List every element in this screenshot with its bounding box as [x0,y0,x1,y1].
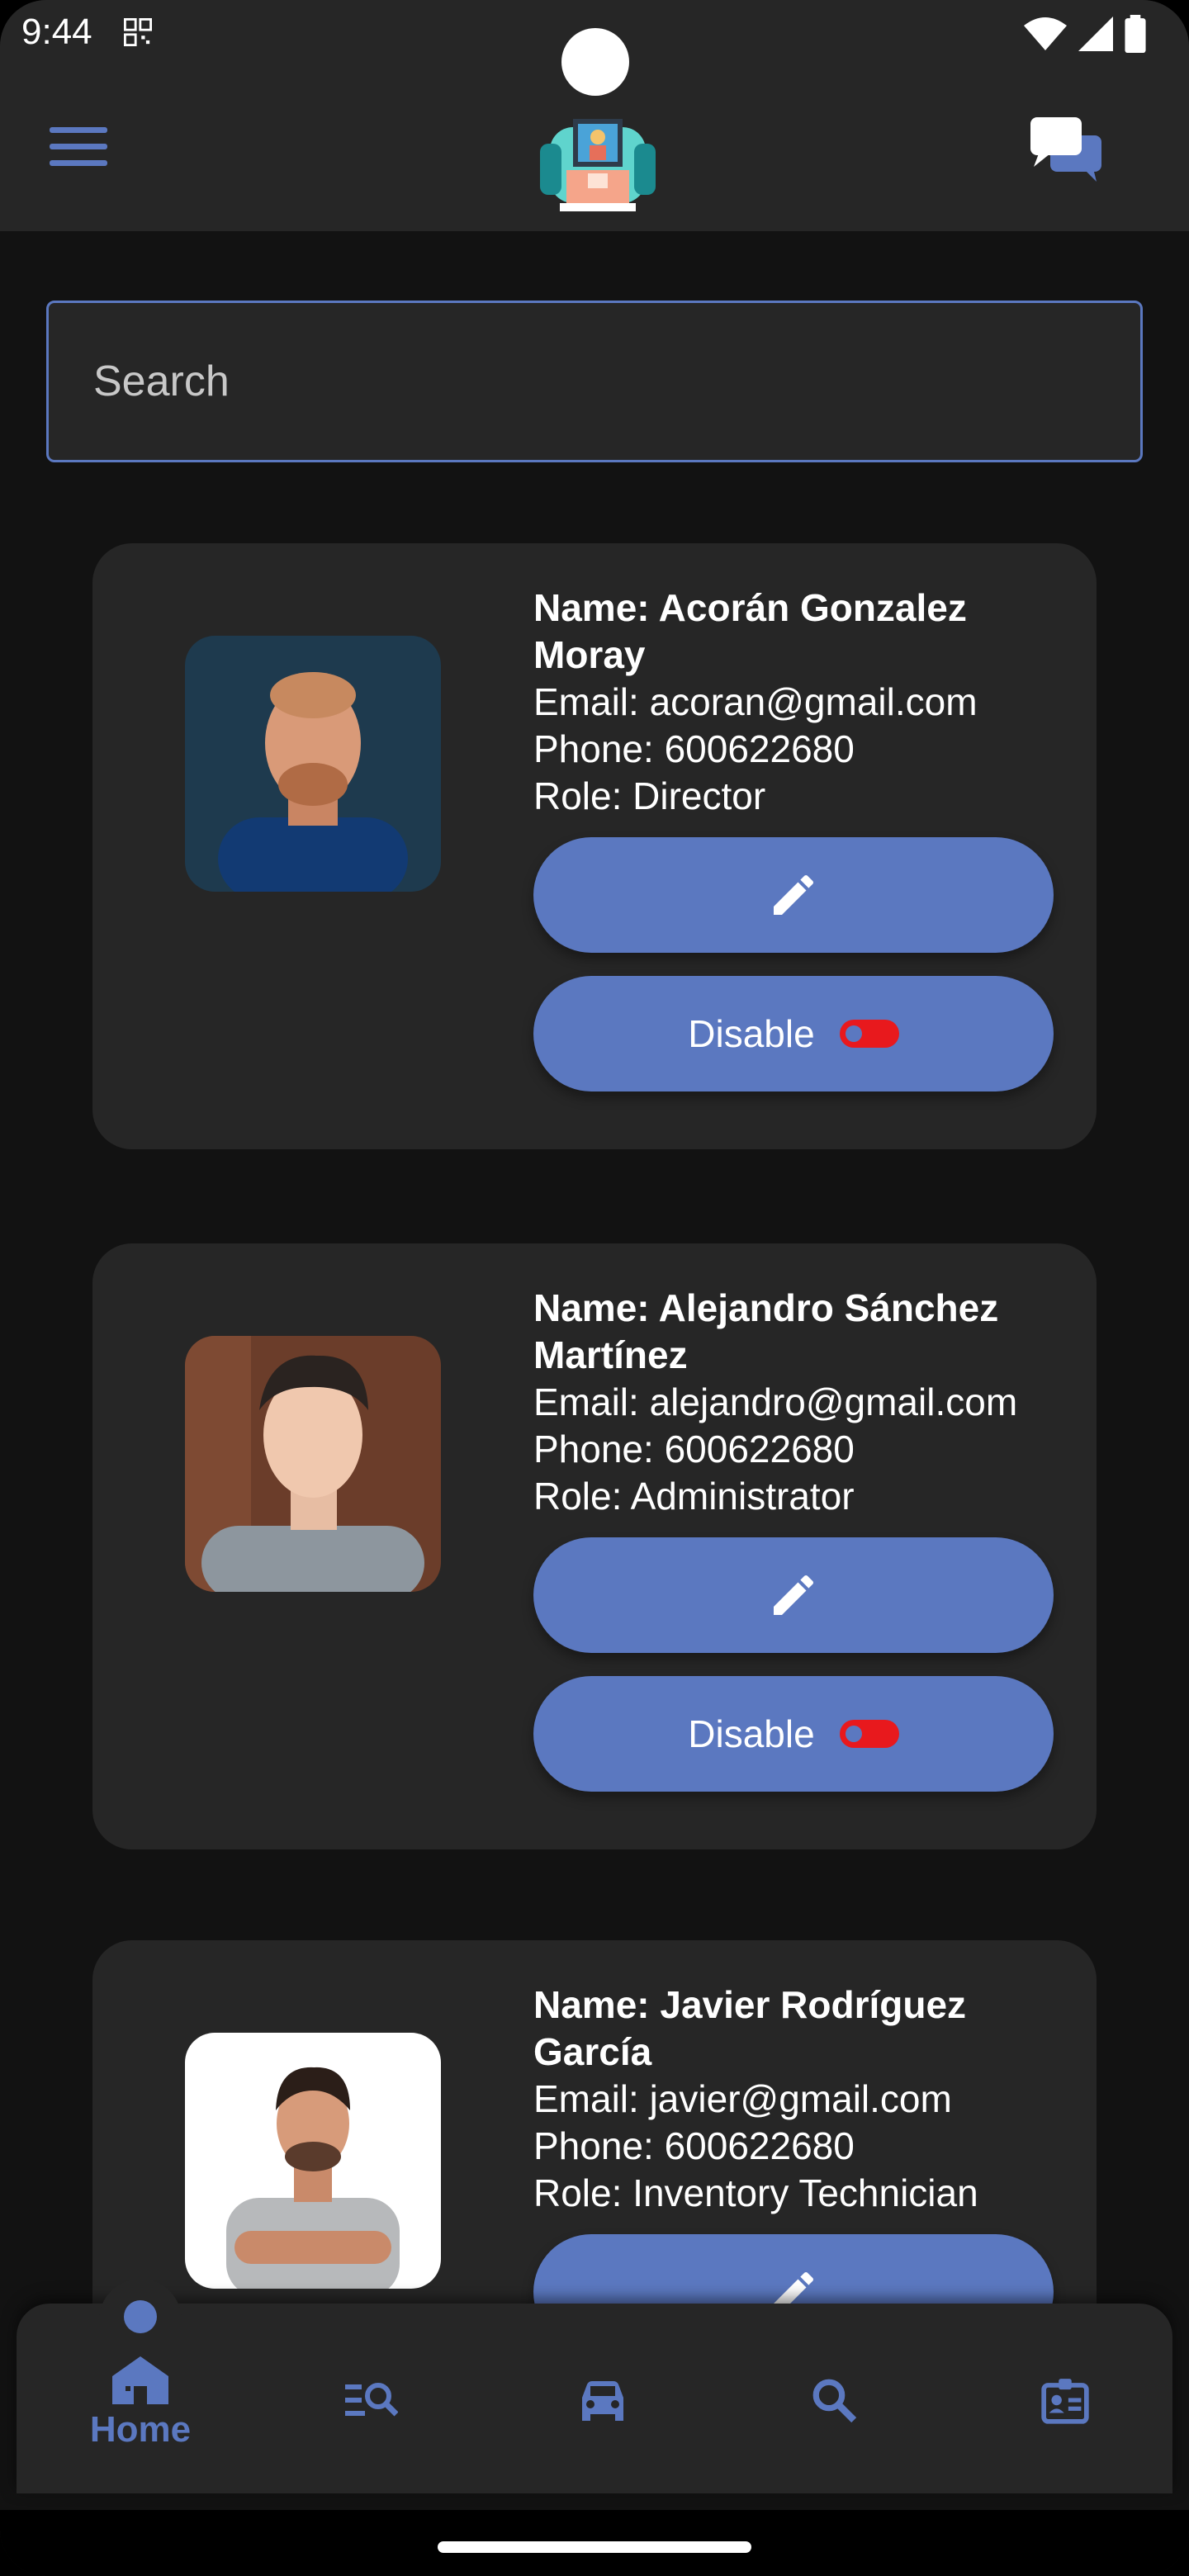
home-gesture-handle[interactable] [438,2541,751,2553]
user-name: Name: Javier Rodríguez García [533,1983,967,2073]
car-icon [582,2381,623,2421]
user-info: Name: Acorán Gonzalez Moray Email: acora… [533,585,1078,820]
pencil-icon [774,1574,814,1615]
app-logo [540,119,656,211]
list-search-icon [345,2383,398,2417]
home-icon [112,2356,168,2404]
user-card: Name: Javier Rodríguez García Email: jav… [92,1940,1097,2304]
user-photo [185,2033,441,2289]
search-input[interactable] [49,303,1140,460]
user-email: Email: acoran@gmail.com [533,680,978,723]
user-phone: Phone: 600622680 [533,2124,855,2167]
edit-user-button[interactable] [533,837,1054,953]
user-phone: Phone: 600622680 [533,727,855,770]
cell-signal-icon [1078,17,1113,51]
id-badge-icon [1041,2379,1089,2424]
user-phone: Phone: 600622680 [533,1428,855,1470]
edit-user-button[interactable] [533,2234,1054,2304]
user-list[interactable]: Name: Acorán Gonzalez Moray Email: acora… [0,495,1189,2304]
nav-item-vehicles[interactable] [528,2304,677,2493]
bottom-navigation: Home [17,2279,1172,2493]
user-role: Role: Administrator [533,1475,855,1518]
menu-icon[interactable] [50,127,107,173]
user-photo [185,636,441,892]
user-photo [185,1336,441,1592]
user-role: Role: Director [533,774,766,817]
search-icon [812,2379,857,2423]
wifi-icon [1024,17,1067,50]
user-info: Name: Alejandro Sánchez Martínez Email: … [533,1285,1078,1520]
nav-label-home: Home [89,2409,192,2450]
qr-notification-icon [124,18,152,46]
disable-user-button[interactable]: Disable [533,976,1054,1091]
user-card: Name: Acorán Gonzalez Moray Email: acora… [92,543,1097,1149]
disable-label: Disable [688,1712,815,1755]
chat-icon[interactable] [1027,114,1106,183]
disable-user-button[interactable]: Disable [533,1676,1054,1792]
disable-label: Disable [688,1012,815,1055]
user-email: Email: javier@gmail.com [533,2077,952,2120]
active-indicator-dot [124,2300,157,2333]
status-time: 9:44 [21,12,92,52]
nav-item-list-search[interactable] [297,2304,446,2493]
nav-item-search[interactable] [760,2304,908,2493]
pencil-icon [774,874,814,915]
toggle-off-icon [839,1720,899,1748]
front-camera [561,28,629,96]
nav-item-badge[interactable] [991,2304,1139,2493]
user-role: Role: Inventory Technician [533,2171,978,2214]
user-name: Name: Alejandro Sánchez Martínez [533,1286,999,1376]
search-field[interactable] [46,301,1143,462]
user-email: Email: alejandro@gmail.com [533,1380,1018,1423]
user-name: Name: Acorán Gonzalez Moray [533,586,967,676]
system-gesture-bar [0,2510,1189,2576]
status-icons [1024,15,1146,53]
edit-user-button[interactable] [533,1537,1054,1653]
battery-icon [1125,15,1146,53]
toggle-off-icon [839,1020,899,1048]
phone-screen: 9:44 Search Name: Acorán Gonzalez Moray … [0,0,1189,2576]
nav-item-home[interactable]: Home [66,2279,215,2493]
pencil-icon [774,2271,814,2304]
user-card: Name: Alejandro Sánchez Martínez Email: … [92,1243,1097,1849]
user-info: Name: Javier Rodríguez García Email: jav… [533,1982,1078,2217]
